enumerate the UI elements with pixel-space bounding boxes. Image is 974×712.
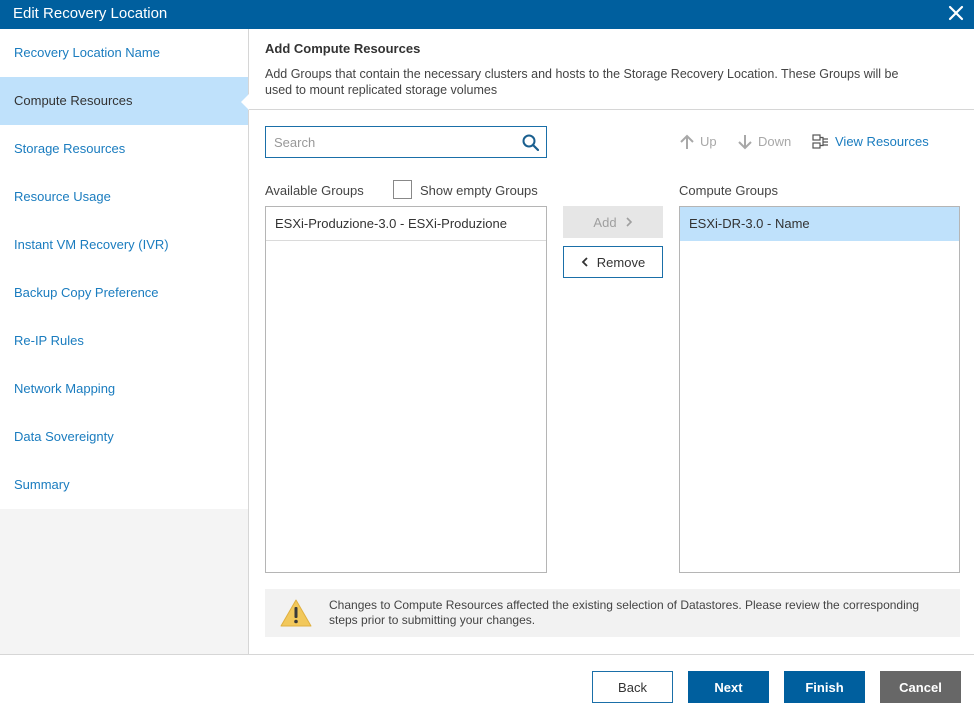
main-content: Add Compute Resources Add Groups that co… <box>249 29 974 654</box>
step-description: Add Groups that contain the necessary cl… <box>265 67 899 97</box>
down-button[interactable]: Down <box>737 133 791 151</box>
sidebar-item-recovery-location-name[interactable]: Recovery Location Name <box>0 29 248 77</box>
view-resources-label: View Resources <box>835 134 929 149</box>
show-empty-groups-checkbox[interactable] <box>393 180 412 199</box>
up-button[interactable]: Up <box>679 133 717 151</box>
warning-banner: Changes to Compute Resources affected th… <box>265 589 960 637</box>
compute-groups-list[interactable]: ESXi-DR-3.0 - Name <box>679 206 960 573</box>
search-box <box>265 126 547 158</box>
warning-text: Changes to Compute Resources affected th… <box>329 598 920 627</box>
chevron-left-icon <box>581 257 588 267</box>
cancel-button[interactable]: Cancel <box>880 671 961 703</box>
sidebar-item-summary[interactable]: Summary <box>0 461 248 509</box>
next-button[interactable]: Next <box>688 671 769 703</box>
compute-groups-label: Compute Groups <box>679 183 778 198</box>
warning-icon <box>280 599 312 627</box>
title-bar: Edit Recovery Location <box>0 0 974 29</box>
wizard-sidebar: Recovery Location Name Compute Resources… <box>0 29 249 654</box>
chevron-right-icon <box>625 217 632 227</box>
sidebar-item-resource-usage[interactable]: Resource Usage <box>0 173 248 221</box>
down-label: Down <box>758 134 792 149</box>
remove-label: Remove <box>596 254 646 270</box>
available-groups-label: Available Groups <box>265 183 364 198</box>
search-input[interactable] <box>274 133 514 151</box>
sidebar-item-instant-vm-recovery[interactable]: Instant VM Recovery (IVR) <box>0 221 248 269</box>
view-resources-button[interactable]: View Resources <box>812 133 929 151</box>
wizard-steps: Recovery Location Name Compute Resources… <box>0 29 249 509</box>
finish-button[interactable]: Finish <box>784 671 865 703</box>
up-label: Up <box>700 134 717 149</box>
sidebar-item-data-sovereignty[interactable]: Data Sovereignty <box>0 413 248 461</box>
show-empty-groups-label: Show empty Groups <box>420 183 538 198</box>
sidebar-item-compute-resources[interactable]: Compute Resources <box>0 77 249 125</box>
sidebar-item-backup-copy-preference[interactable]: Backup Copy Preference <box>0 269 248 317</box>
sidebar-item-storage-resources[interactable]: Storage Resources <box>0 125 248 173</box>
back-button[interactable]: Back <box>592 671 673 703</box>
step-header: Add Compute Resources Add Groups that co… <box>249 29 974 110</box>
remove-button[interactable]: Remove <box>563 246 663 278</box>
arrow-down-icon <box>738 135 752 150</box>
add-label: Add <box>593 214 617 230</box>
sidebar-item-network-mapping[interactable]: Network Mapping <box>0 365 248 413</box>
available-groups-list[interactable]: ESXi-Produzione-3.0 - ESXi-Produzione <box>265 206 547 573</box>
sidebar-item-re-ip-rules[interactable]: Re-IP Rules <box>0 317 248 365</box>
dialog-footer: Back Next Finish Cancel <box>0 654 974 712</box>
dialog-title: Edit Recovery Location <box>13 5 168 22</box>
close-icon[interactable] <box>948 5 964 21</box>
arrow-up-icon <box>680 134 694 149</box>
search-icon[interactable] <box>522 134 539 151</box>
step-title: Add Compute Resources <box>265 41 421 56</box>
add-button[interactable]: Add <box>563 206 663 238</box>
list-item[interactable]: ESXi-Produzione-3.0 - ESXi-Produzione <box>266 207 546 241</box>
view-resources-icon <box>812 134 828 149</box>
list-item[interactable]: ESXi-DR-3.0 - Name <box>680 207 959 241</box>
